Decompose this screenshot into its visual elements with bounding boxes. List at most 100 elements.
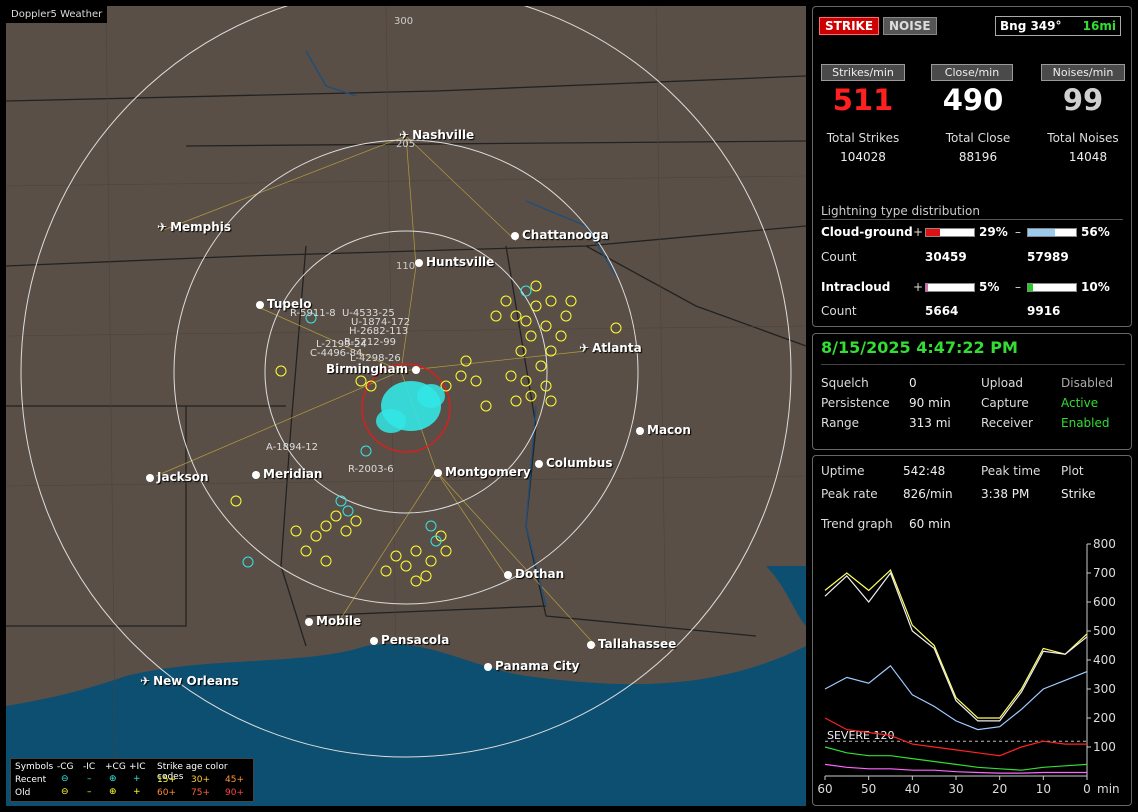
squelch-value[interactable]: 0 [909,376,917,390]
settings-panel: 8/15/2025 4:47:22 PM Squelch 0 Upload Di… [812,333,1132,450]
legend-col-header: +CG [105,762,126,772]
plus-ic-recent-icon: + [133,774,141,784]
city-dot-icon [636,426,644,435]
city-name: Nashville [412,128,475,142]
peak-rate-value: 826/min [903,487,953,501]
city-atlanta[interactable]: ✈ Atlanta [579,341,642,355]
city-panama-city[interactable]: Panama City [484,659,579,673]
noise-mode-button[interactable]: NOISE [883,17,937,35]
squelch-label: Squelch [821,376,869,390]
city-huntsville[interactable]: Huntsville [415,255,494,269]
close-per-min-button[interactable]: Close/min [931,64,1013,81]
minus-ic-recent-icon: – [87,774,92,784]
storm-tag[interactable]: L-4298-26 [350,353,401,364]
city-pensacola[interactable]: Pensacola [370,633,449,647]
plot-label: Plot [1061,464,1084,478]
range-label: Range [821,416,860,430]
city-nashville[interactable]: ✈ Nashville [399,128,474,142]
city-mobile[interactable]: Mobile [305,614,361,628]
trend-series-line [824,571,1088,722]
receiver-value[interactable]: Enabled [1061,416,1110,430]
plus-cg-recent-icon: ⊕ [109,774,117,784]
storm-tag[interactable]: R-2003-6 [348,464,394,475]
persistence-value[interactable]: 90 min [909,396,951,410]
plus-ic-old-icon: + [133,787,141,797]
trend-graph-value[interactable]: 60 min [909,517,951,531]
city-columbus[interactable]: Columbus [535,456,613,470]
ic-plus-sign: + [913,280,924,294]
city-name: Dothan [515,567,565,581]
city-name: Meridian [263,467,323,481]
distribution-title: Lightning type distribution [821,204,980,218]
capture-value[interactable]: Active [1061,396,1098,410]
strike-stats-panel: STRIKE NOISE Bng 349° 16mi Strikes/min C… [812,6,1132,327]
storm-tag[interactable]: H-2682-113 [349,326,408,337]
y-tick-label: 600 [1093,595,1116,609]
peak-time-label: Peak time [981,464,1041,478]
airport-icon: ✈ [579,341,590,355]
city-name: Mobile [316,614,362,628]
city-dot-icon [305,617,313,626]
city-meridian[interactable]: Meridian [252,467,322,481]
age-code-75: 75+ [191,788,210,798]
app-title: Doppler5 Weather [6,6,108,23]
trend-panel: Uptime 542:48 Peak time Plot Peak rate 8… [812,455,1132,806]
city-dot-icon [504,570,512,579]
trend-series-line [824,569,1088,719]
strike-mode-button[interactable]: STRIKE [819,17,880,35]
x-tick-label: 10 [1036,782,1051,796]
legend-col-header: +IC [129,762,146,772]
range-value[interactable]: 313 mi [909,416,951,430]
city-name: Chattanooga [522,228,609,242]
receiver-label: Receiver [981,416,1033,430]
airport-icon: ✈ [157,220,168,234]
city-montgomery[interactable]: Montgomery [434,465,531,479]
map-base [6,6,806,806]
bearing-value: Bng 349° [1000,19,1062,33]
ic-minus-sign: – [1015,280,1021,294]
city-dot-icon [511,231,519,240]
noises-per-min-value: 99 [1062,83,1104,117]
lightning-map[interactable]: Doppler5 Weather 300 205 110 ✈ Nashville … [6,6,806,806]
total-strikes-label: Total Strikes [826,131,900,145]
city-dothan[interactable]: Dothan [504,567,564,581]
city-new-orleans[interactable]: ✈ New Orleans [140,674,239,688]
storm-tag[interactable]: R-5911-8 [290,308,336,319]
ic-positive-bar [925,283,975,292]
settings-divider [821,364,1125,365]
intracloud-label: Intracloud [821,280,891,294]
strikes-per-min-button[interactable]: Strikes/min [821,64,905,81]
age-code-15: 15+ [157,775,176,785]
x-tick-label: 20 [992,782,1007,796]
city-name: Columbus [546,456,613,470]
x-tick-label: 30 [948,782,963,796]
city-tallahassee[interactable]: Tallahassee [587,637,676,651]
upload-label: Upload [981,376,1024,390]
city-dot-icon [146,473,154,482]
y-tick-label: 300 [1093,682,1116,696]
city-memphis[interactable]: ✈ Memphis [157,220,231,234]
city-name: Atlanta [592,341,642,355]
plot-value[interactable]: Strike [1061,487,1096,501]
city-macon[interactable]: Macon [636,423,691,437]
city-birmingham[interactable]: Birmingham [326,362,423,376]
y-tick-label: 100 [1093,740,1116,754]
city-dot-icon [370,636,378,645]
ic-positive-count: 5664 [925,304,959,318]
noises-per-min-button[interactable]: Noises/min [1041,64,1125,81]
distance-value: 16mi [1082,19,1116,33]
legend-symbols-header: Symbols [15,762,54,772]
total-noises-label: Total Noises [1047,131,1119,145]
cg-minus-sign: – [1015,225,1021,239]
upload-value[interactable]: Disabled [1061,376,1113,390]
x-axis-label: min [1097,782,1120,796]
storm-tag[interactable]: A-1894-12 [266,442,318,453]
y-tick-label: 700 [1093,566,1116,580]
city-jackson[interactable]: Jackson [146,470,209,484]
peak-time-value: 3:38 PM [981,487,1030,501]
airport-icon: ✈ [140,674,151,688]
city-chattanooga[interactable]: Chattanooga [511,228,609,242]
airport-icon: ✈ [399,128,410,142]
cg-plus-sign: + [913,225,924,239]
age-code-30: 30+ [191,775,210,785]
